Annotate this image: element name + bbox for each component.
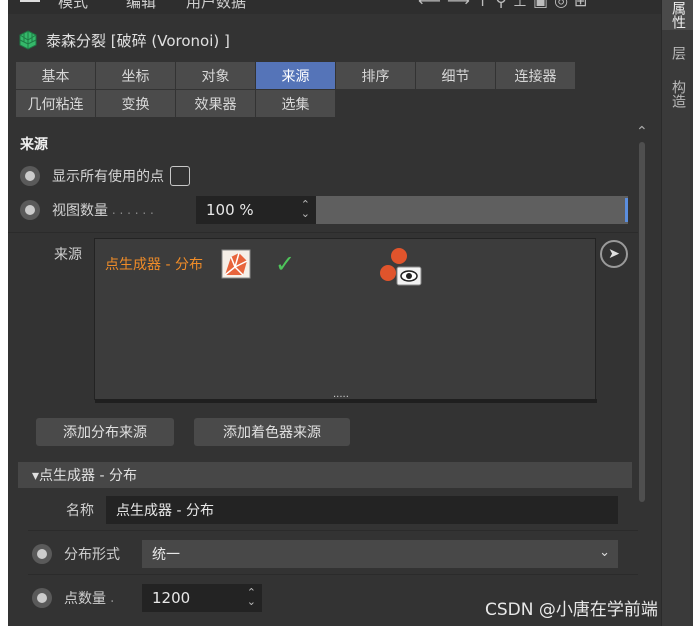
search-icon[interactable]: ⚲ xyxy=(495,0,513,10)
tab-layers[interactable]: 层 xyxy=(662,40,693,66)
toolbar-icons: ⟵⟶↑⚲⊥▣◎⊞ xyxy=(418,0,593,10)
view-count-dots: . . . . . . xyxy=(108,203,154,217)
view-count-slider[interactable] xyxy=(316,196,628,224)
resize-handle[interactable]: ..... xyxy=(333,390,349,400)
show-points-label: 显示所有使用的点 xyxy=(52,169,164,185)
scrollbar[interactable] xyxy=(639,142,645,502)
collapse-chevron-icon[interactable]: ⌃ xyxy=(636,124,648,140)
point-count-value: 1200 xyxy=(152,589,191,607)
animate-radio[interactable] xyxy=(32,544,52,564)
stepper-icon[interactable]: ⌃ ⌄ xyxy=(247,587,256,607)
view-count-value: 100 % xyxy=(206,201,254,219)
tab-sources[interactable]: 来源 xyxy=(256,62,336,90)
view-count-label: 视图数量 xyxy=(52,203,108,219)
back-arrow-icon[interactable]: ⟵ xyxy=(418,0,447,10)
chevron-down-icon: ⌄ xyxy=(599,545,610,560)
divider xyxy=(28,574,638,575)
hamburger-icon[interactable] xyxy=(20,0,40,4)
distribution-label: 分布形式 xyxy=(64,547,120,563)
menu-mode[interactable]: 模式 xyxy=(58,0,88,12)
pin-icon[interactable]: ⊥ xyxy=(513,0,533,10)
pick-cursor-icon[interactable]: ➤ xyxy=(600,240,628,268)
distribution-value: 统一 xyxy=(152,547,180,563)
name-field[interactable]: 点生成器 - 分布 xyxy=(106,496,618,524)
tab-row-1: 基本 坐标 对象 来源 排序 细节 连接器 xyxy=(16,62,576,90)
animate-radio[interactable] xyxy=(20,200,40,220)
attribute-manager: 模式 编辑 用户数据 ⟵⟶↑⚲⊥▣◎⊞ 泰森分裂 [破碎 (Voronoi) ]… xyxy=(8,0,661,626)
menu-user-data[interactable]: 用户数据 xyxy=(186,0,246,12)
list-bottom-bar xyxy=(95,399,597,403)
lock-icon[interactable]: ▣ xyxy=(533,0,554,10)
watermark: CSDN @小唐在学前端 xyxy=(485,600,658,620)
tab-selections[interactable]: 选集 xyxy=(256,90,336,118)
tab-basic[interactable]: 基本 xyxy=(16,62,96,90)
section-title: 来源 xyxy=(20,137,48,153)
add-icon[interactable]: ⊞ xyxy=(574,0,593,10)
tab-effectors[interactable]: 效果器 xyxy=(176,90,256,118)
sources-label: 来源 xyxy=(54,247,82,263)
divider xyxy=(28,530,638,531)
distribution-generator-icon xyxy=(221,249,251,279)
show-points-checkbox[interactable] xyxy=(170,166,190,186)
point-count-input[interactable]: 1200 ⌃ ⌄ xyxy=(142,584,262,612)
point-count-dots: . xyxy=(110,590,115,606)
forward-arrow-icon[interactable]: ⟶ xyxy=(447,0,476,10)
divider xyxy=(8,232,638,233)
slider-thumb[interactable] xyxy=(625,198,628,222)
view-count-row: 视图数量 . . . . . . xyxy=(20,196,168,224)
voronoi-cube-icon xyxy=(19,30,37,50)
point-count-row: 点数量 . xyxy=(32,584,114,612)
source-name: 点生成器 - 分布 xyxy=(105,257,203,273)
tab-sorting[interactable]: 排序 xyxy=(336,62,416,90)
tab-geometry-glue[interactable]: 几何粘连 xyxy=(16,90,96,118)
name-label: 名称 xyxy=(66,503,94,519)
show-points-row: 显示所有使用的点 xyxy=(20,166,190,186)
tab-attributes[interactable]: 属性 xyxy=(662,0,693,30)
add-shader-source-button[interactable]: 添加着色器来源 xyxy=(194,418,350,446)
name-value: 点生成器 - 分布 xyxy=(116,503,214,519)
tab-structure[interactable]: 构造 xyxy=(662,74,693,114)
generator-group-header[interactable]: ▾点生成器 - 分布 xyxy=(18,462,632,488)
tab-transform[interactable]: 变换 xyxy=(96,90,176,118)
enabled-check-icon[interactable]: ✓ xyxy=(275,250,295,278)
tab-object[interactable]: 对象 xyxy=(176,62,256,90)
tab-row-2: 几何粘连 变换 效果器 选集 xyxy=(16,90,336,118)
right-sidebar: 属性 层 构造 xyxy=(661,0,693,626)
name-row: 名称 xyxy=(66,496,94,524)
stepper-icon[interactable]: ⌃ ⌄ xyxy=(301,199,310,219)
menu-bar: 模式 编辑 用户数据 ⟵⟶↑⚲⊥▣◎⊞ xyxy=(8,0,661,14)
view-count-input[interactable]: 100 % ⌃ ⌄ xyxy=(196,196,316,224)
up-arrow-icon[interactable]: ↑ xyxy=(476,0,495,10)
point-count-label: 点数量 xyxy=(64,591,106,607)
visibility-eye-icon[interactable] xyxy=(377,245,423,289)
circle-icon[interactable]: ◎ xyxy=(554,0,574,10)
tab-coordinates[interactable]: 坐标 xyxy=(96,62,176,90)
tab-connector[interactable]: 连接器 xyxy=(496,62,576,90)
distribution-select[interactable]: 统一 ⌄ xyxy=(142,540,618,568)
object-title: 泰森分裂 [破碎 (Voronoi) ] xyxy=(46,31,230,50)
object-header: 泰森分裂 [破碎 (Voronoi) ] xyxy=(18,28,230,52)
sources-list[interactable]: 点生成器 - 分布 ✓ ..... xyxy=(94,238,597,403)
menu-edit[interactable]: 编辑 xyxy=(126,0,156,12)
animate-radio[interactable] xyxy=(32,588,52,608)
add-distribution-source-button[interactable]: 添加分布来源 xyxy=(36,418,174,446)
tab-details[interactable]: 细节 xyxy=(416,62,496,90)
animate-radio[interactable] xyxy=(20,166,40,186)
distribution-row: 分布形式 xyxy=(32,540,120,568)
